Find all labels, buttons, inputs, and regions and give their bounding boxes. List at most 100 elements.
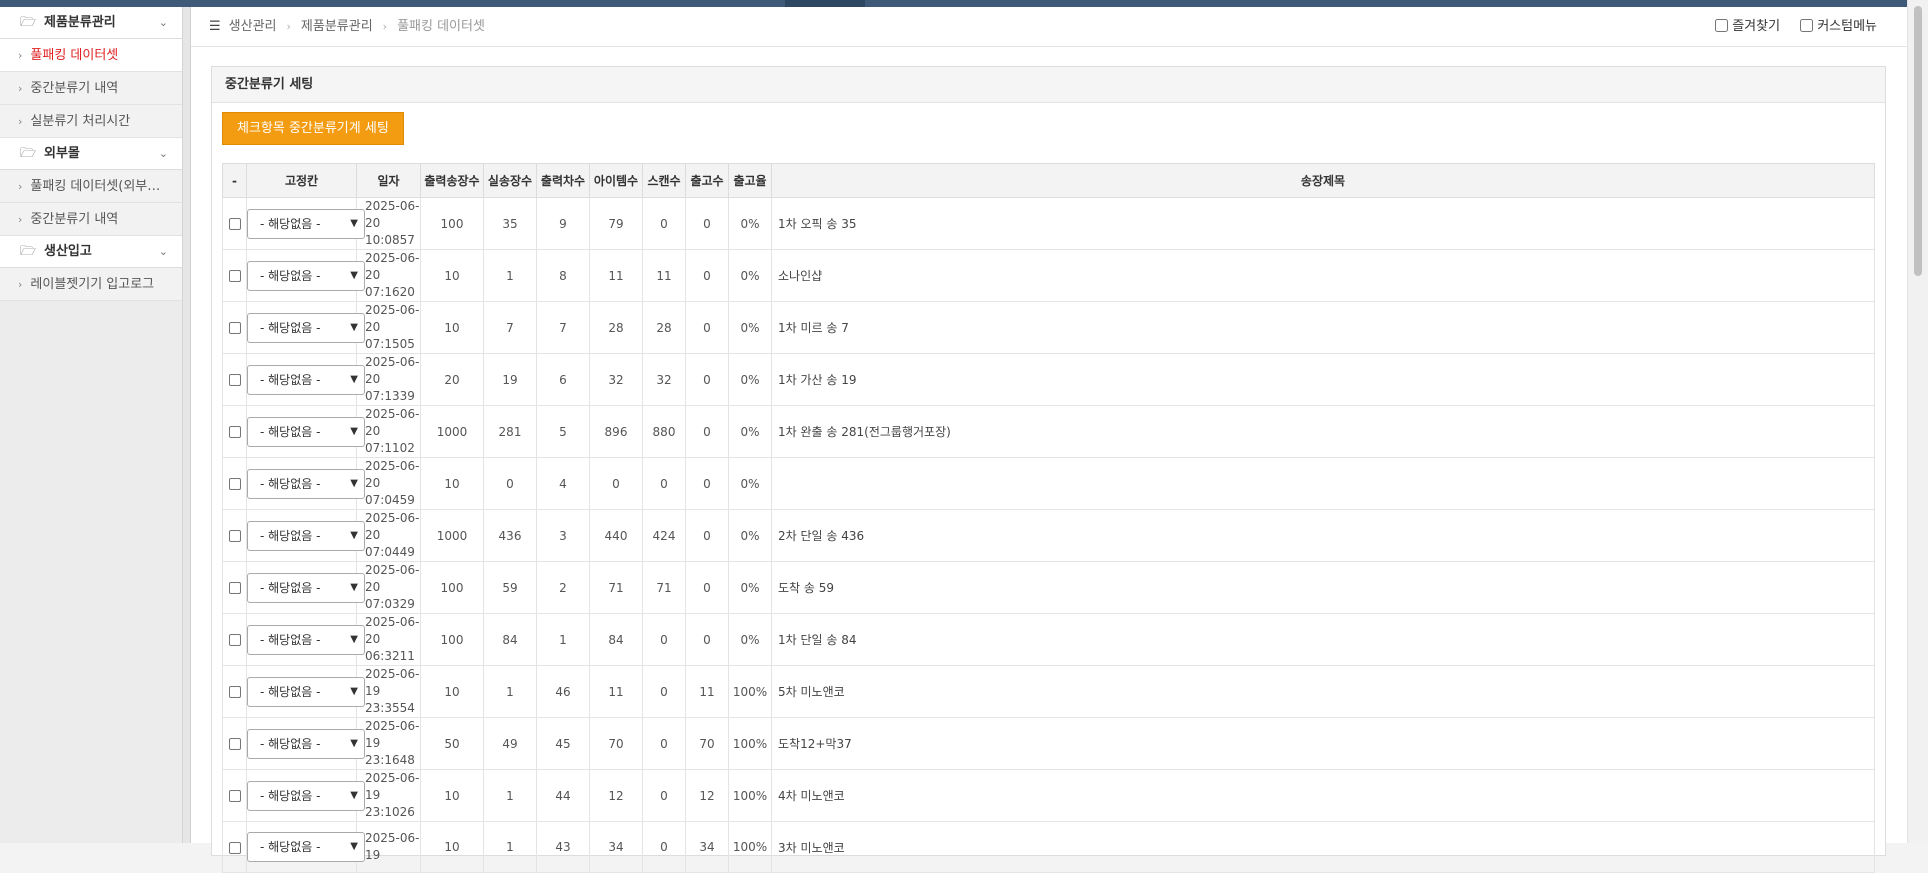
row-checkbox[interactable] — [228, 582, 241, 594]
row-checkbox[interactable] — [228, 426, 241, 438]
fixed-slot-select[interactable]: - 해당없음 - ▼ — [247, 208, 365, 239]
fixed-slot-cell: - 해당없음 - ▼ — [246, 301, 365, 354]
scrollbar-thumb[interactable] — [1914, 6, 1922, 276]
chevron-down-icon: ⌄ — [158, 147, 168, 160]
row-checkbox[interactable] — [228, 738, 241, 750]
sidebar-group-production-receiving[interactable]: 🗁 생산입고 ⌄ — [0, 236, 182, 268]
fixed-slot-select[interactable]: - 해당없음 - ▼ — [247, 624, 365, 655]
row-select-cell — [222, 613, 247, 666]
sidebar-item-mid-sorter-history-external[interactable]: › 중간분류기 내역 — [0, 203, 182, 236]
sidebar-item-fullpacking-dataset-external[interactable]: › 풀패킹 데이터셋(외부… — [0, 170, 182, 203]
row-checkbox[interactable] — [228, 322, 241, 334]
ship-rate-cell: 0% — [728, 197, 772, 250]
date-value: 2025-06-20 — [365, 459, 420, 490]
ship-rate-cell: 0% — [728, 301, 772, 354]
shipped-cell: 70 — [685, 717, 729, 770]
real-invoices-cell: 1 — [483, 769, 537, 822]
fixed-slot-select[interactable]: - 해당없음 - ▼ — [247, 312, 365, 343]
fixed-slot-select[interactable]: - 해당없음 - ▼ — [247, 416, 365, 447]
sidebar-item-label: 레이블젯기기 입고로그 — [30, 277, 155, 292]
favorites-label: 즐겨찾기 — [1732, 19, 1781, 34]
folder-open-icon: 🗁 — [20, 15, 37, 30]
scans-cell: 11 — [642, 249, 686, 302]
fixed-slot-select[interactable]: - 해당없음 - ▼ — [247, 260, 365, 291]
row-checkbox[interactable] — [228, 841, 241, 854]
table-row: - 해당없음 - ▼ 2025-06-19 23:1026 10 1 44 12 0 12 100%… — [222, 769, 1875, 822]
breadcrumb-current: 풀패킹 데이터셋 — [397, 19, 485, 34]
invoice-title-cell — [771, 457, 1875, 510]
breadcrumb-item[interactable]: 제품분류관리 — [301, 19, 373, 34]
custom-menu-toggle[interactable]: 커스텀메뉴 — [1800, 19, 1877, 34]
ship-rate-cell: 100% — [728, 769, 772, 822]
col-header-fixed: 고정칸 — [246, 163, 357, 198]
fixed-slot-select[interactable]: - 해당없음 - ▼ — [247, 520, 365, 551]
row-checkbox[interactable] — [228, 478, 241, 490]
row-checkbox[interactable] — [228, 270, 241, 282]
fixed-slot-select[interactable]: - 해당없음 - ▼ — [247, 780, 365, 811]
fixed-slot-select[interactable]: - 해당없음 - ▼ — [247, 728, 365, 759]
breadcrumb-item[interactable]: 생산관리 — [229, 19, 277, 34]
row-checkbox[interactable] — [228, 634, 241, 646]
fixed-slot-select[interactable]: - 해당없음 - ▼ — [247, 832, 365, 862]
ship-rate-cell: 0% — [728, 561, 772, 614]
row-checkbox[interactable] — [228, 686, 241, 698]
favorites-toggle[interactable]: 즐겨찾기 — [1715, 19, 1780, 34]
sidebar-item-sorter-processing-time[interactable]: › 실분류기 처리시간 — [0, 105, 182, 138]
col-header-real-invoices: 실송장수 — [483, 163, 537, 198]
sidebar-group-external-mall[interactable]: 🗁 외부몰 ⌄ — [0, 138, 182, 170]
fixed-slot-select[interactable]: - 해당없음 - ▼ — [247, 364, 365, 395]
favorites-checkbox[interactable] — [1715, 19, 1729, 32]
custom-menu-checkbox[interactable] — [1800, 19, 1814, 32]
ship-rate-cell: 0% — [728, 509, 772, 562]
select-value: - 해당없음 - — [260, 424, 321, 439]
fixed-slot-select[interactable]: - 해당없음 - ▼ — [247, 676, 365, 707]
date-value: 2025-06-20 — [365, 563, 420, 594]
row-checkbox[interactable] — [228, 790, 241, 802]
out-invoices-cell: 10 — [420, 821, 484, 873]
out-invoices-cell: 100 — [420, 197, 484, 250]
round-cell: 2 — [536, 561, 590, 614]
date-value: 2025-06-19 — [365, 831, 420, 862]
row-checkbox[interactable] — [228, 530, 241, 542]
items-cell: 896 — [589, 405, 643, 458]
row-checkbox[interactable] — [228, 218, 241, 230]
items-cell: 11 — [589, 665, 643, 718]
round-cell: 8 — [536, 249, 590, 302]
real-invoices-cell: 59 — [483, 561, 537, 614]
panel-title: 중간분류기 세팅 — [212, 67, 1885, 103]
row-checkbox[interactable] — [228, 374, 241, 386]
fixed-slot-select[interactable]: - 해당없음 - ▼ — [247, 572, 365, 603]
fixed-slot-select[interactable]: - 해당없음 - ▼ — [247, 468, 365, 499]
shipped-cell: 12 — [685, 769, 729, 822]
top-tab-active[interactable] — [785, 0, 865, 7]
real-invoices-cell: 436 — [483, 509, 537, 562]
items-cell: 32 — [589, 353, 643, 406]
round-cell: 5 — [536, 405, 590, 458]
real-invoices-cell: 1 — [483, 821, 537, 873]
table-row: - 해당없음 - ▼ 2025-06-20 07:0449 1000 436 3 440 424… — [222, 509, 1875, 562]
out-invoices-cell: 10 — [420, 301, 484, 354]
sidebar-group-product-classification[interactable]: 🗁 제품분류관리 ⌄ — [0, 7, 182, 39]
chevron-right-icon: › — [18, 49, 23, 62]
col-header-shipped: 출고수 — [685, 163, 729, 198]
select-value: - 해당없음 - — [260, 320, 321, 335]
top-right-options: 즐겨찾기 커스텀메뉴 — [1699, 7, 1877, 47]
select-value: - 해당없음 - — [260, 580, 321, 595]
sidebar-splitter[interactable] — [183, 7, 191, 843]
table-row: - 해당없음 - ▼ 2025-06-20 06:3211 100 84 1 84 0 0 0% 1차… — [222, 613, 1875, 666]
sidebar-item-labeljet-receiving-log[interactable]: › 레이블젯기기 입고로그 — [0, 268, 182, 301]
table-row: - 해당없음 - ▼ 2025-06-20 07:1339 20 19 6 32 32 0 0% 1차… — [222, 353, 1875, 406]
set-checked-items-button[interactable]: 체크항목 중간분류기계 세팅 — [222, 112, 404, 145]
vertical-scrollbar[interactable] — [1907, 0, 1928, 843]
breadcrumb-separator-icon: › — [382, 20, 388, 33]
invoice-title-cell: 도착 송 59 — [771, 561, 1875, 614]
sidebar-item-mid-sorter-history[interactable]: › 중간분류기 내역 — [0, 72, 182, 105]
fixed-slot-cell: - 해당없음 - ▼ — [246, 561, 365, 614]
row-select-cell — [222, 821, 247, 873]
sidebar-item-fullpacking-dataset[interactable]: › 풀패킹 데이터셋 — [0, 39, 182, 72]
dataset-table: - 고정칸 일자 출력송장수 실송장수 출력차수 아이템수 스캔수 출고수 출고… — [222, 163, 1875, 873]
breadcrumb-separator-icon: › — [286, 20, 291, 33]
chevron-right-icon: › — [18, 278, 23, 291]
time-value: 07:0459 — [365, 493, 415, 507]
chevron-down-icon: ▼ — [350, 477, 358, 489]
